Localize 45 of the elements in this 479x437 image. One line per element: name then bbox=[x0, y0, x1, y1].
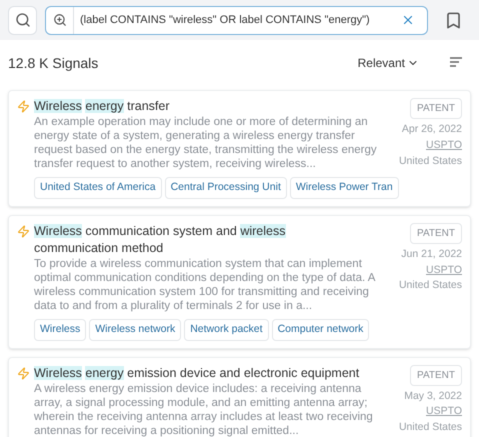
result-abstract: To provide a wireless communication system that can implement optimal communication conditions depending on the type of data. A wireless communication system 100 for transmitting and receiving data to and from a plurality of terminals 2 for use in a... bbox=[34, 256, 376, 313]
result-date: May 3, 2022 bbox=[404, 388, 462, 404]
result-date: Jun 21, 2022 bbox=[401, 246, 462, 262]
title-text[interactable]: emission device and electronic equipment bbox=[127, 366, 360, 380]
title-text[interactable]: transfer bbox=[127, 99, 170, 113]
title-text[interactable]: Wireless bbox=[34, 366, 82, 380]
tag-chip[interactable]: United States of America bbox=[34, 177, 162, 199]
title-text[interactable]: communication method bbox=[34, 240, 164, 255]
result-card[interactable] bbox=[8, 90, 471, 207]
tag-chip[interactable]: Wireless bbox=[34, 318, 86, 340]
tag-chip[interactable]: Computer network bbox=[272, 318, 370, 340]
title-text[interactable]: Wireless bbox=[34, 224, 82, 238]
search-icon bbox=[14, 12, 30, 28]
tag-chip[interactable]: Wireless Power Tran bbox=[290, 177, 399, 199]
result-country: United States bbox=[398, 278, 462, 294]
type-badge: PATENT bbox=[410, 98, 462, 119]
title-text[interactable]: wireless bbox=[240, 224, 286, 238]
result-card[interactable] bbox=[8, 356, 471, 437]
result-abstract: An example operation may include one or more of determining an energy state of a system, generating a wireless energy transfer request based on the energy state, transmitting the wireless energy transfer request to another system, receiving wireless... bbox=[34, 115, 378, 171]
lightning-icon bbox=[17, 224, 30, 238]
result-abstract: A wireless energy emission device includes: a receiving antenna array, a signal processing module, and an emitting antenna array; wherein the receiving antenna array includes at least two receiving antennas for receiving a positioning signal emitted... bbox=[34, 382, 374, 437]
title-text[interactable]: Wireless bbox=[34, 99, 82, 113]
type-badge: PATENT bbox=[410, 364, 462, 386]
tag-chip[interactable]: Central Processing Unit bbox=[164, 177, 287, 199]
type-badge: PATENT bbox=[410, 222, 462, 244]
title-text[interactable]: communication system and bbox=[85, 224, 237, 238]
bookmark-icon[interactable] bbox=[444, 10, 463, 30]
result-country: United States bbox=[398, 154, 462, 168]
result-country: United States bbox=[398, 420, 462, 435]
lightning-icon bbox=[17, 100, 30, 113]
title-text[interactable]: energy bbox=[85, 99, 124, 113]
result-card[interactable] bbox=[8, 214, 471, 348]
sort-dropdown[interactable]: Relevant bbox=[358, 54, 419, 72]
search-button[interactable] bbox=[8, 6, 37, 34]
query-text: (label CONTAINS "wireless" OR label CONTAINS "energy") bbox=[79, 12, 371, 28]
sort-icon[interactable] bbox=[449, 57, 463, 69]
result-date: Apr 26, 2022 bbox=[402, 122, 462, 137]
zoom-search-icon bbox=[52, 13, 66, 27]
results-count: 12.8 K Signals bbox=[8, 54, 100, 73]
search-field[interactable]: (label CONTAINS "wireless" OR label CONTAINS "energy") bbox=[45, 6, 428, 34]
lightning-icon bbox=[17, 366, 30, 380]
clear-icon[interactable] bbox=[401, 13, 415, 27]
title-text[interactable]: energy bbox=[85, 366, 124, 380]
tag-chip[interactable]: Wireless network bbox=[89, 318, 182, 340]
tag-chip[interactable]: Network packet bbox=[184, 318, 269, 340]
